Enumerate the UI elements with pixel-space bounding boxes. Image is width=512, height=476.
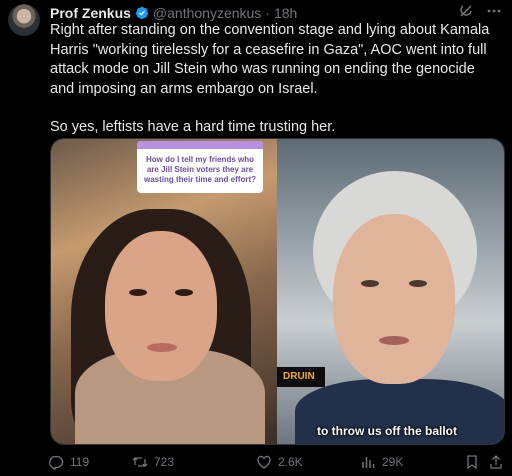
like-icon [257,455,271,469]
eye [129,289,147,296]
share-icon [490,455,502,469]
post-time[interactable]: 18h [274,5,297,21]
verified-badge-icon [135,6,149,20]
views-icon [362,457,375,468]
repost-button[interactable]: 723 [132,454,174,470]
tweet-header: Prof Zenkus @anthonyzenkus · 18h [50,3,502,23]
like-count: 2.6K [278,455,303,469]
video-media[interactable]: How do I tell my friends who are Jill St… [50,138,505,445]
question-text: How do I tell my friends who are Jill St… [143,155,256,184]
video-caption: to throw us off the ballot [317,424,457,438]
video-right-panel: DRUIN to throw us off the ballot [277,139,504,444]
reply-button[interactable]: 119 [48,454,89,470]
tweet-paragraph: Right after standing on the convention s… [50,22,490,97]
reply-icon [49,455,64,470]
reply-count: 119 [70,455,90,469]
person-face [333,214,455,384]
repost-icon [132,457,148,467]
separator-dot: · [265,5,270,21]
eye [361,280,379,287]
views-count: 29K [382,455,404,469]
eye [175,289,193,296]
bookmark-button[interactable] [464,454,480,470]
tweet-paragraph: So yes, leftists have a hard time trusti… [50,119,336,135]
lips [147,343,177,352]
video-left-panel: How do I tell my friends who are Jill St… [51,139,277,444]
author-name[interactable]: Prof Zenkus [50,5,131,21]
question-card: How do I tell my friends who are Jill St… [137,141,263,193]
lips [379,336,409,345]
like-button[interactable]: 2.6K [256,454,303,470]
repost-count: 723 [154,455,175,469]
eye [409,280,427,287]
tweet-text: Right after standing on the convention s… [50,21,502,138]
share-button[interactable] [488,454,504,470]
background-sign: DRUIN [277,367,325,387]
views-button[interactable]: 29K [360,454,403,470]
person-face [105,231,217,381]
avatar[interactable] [8,4,40,36]
bookmark-icon [467,455,477,470]
author-handle[interactable]: @anthonyzenkus [153,5,261,21]
action-bar: 119 723 2.6K 29K [48,454,508,474]
